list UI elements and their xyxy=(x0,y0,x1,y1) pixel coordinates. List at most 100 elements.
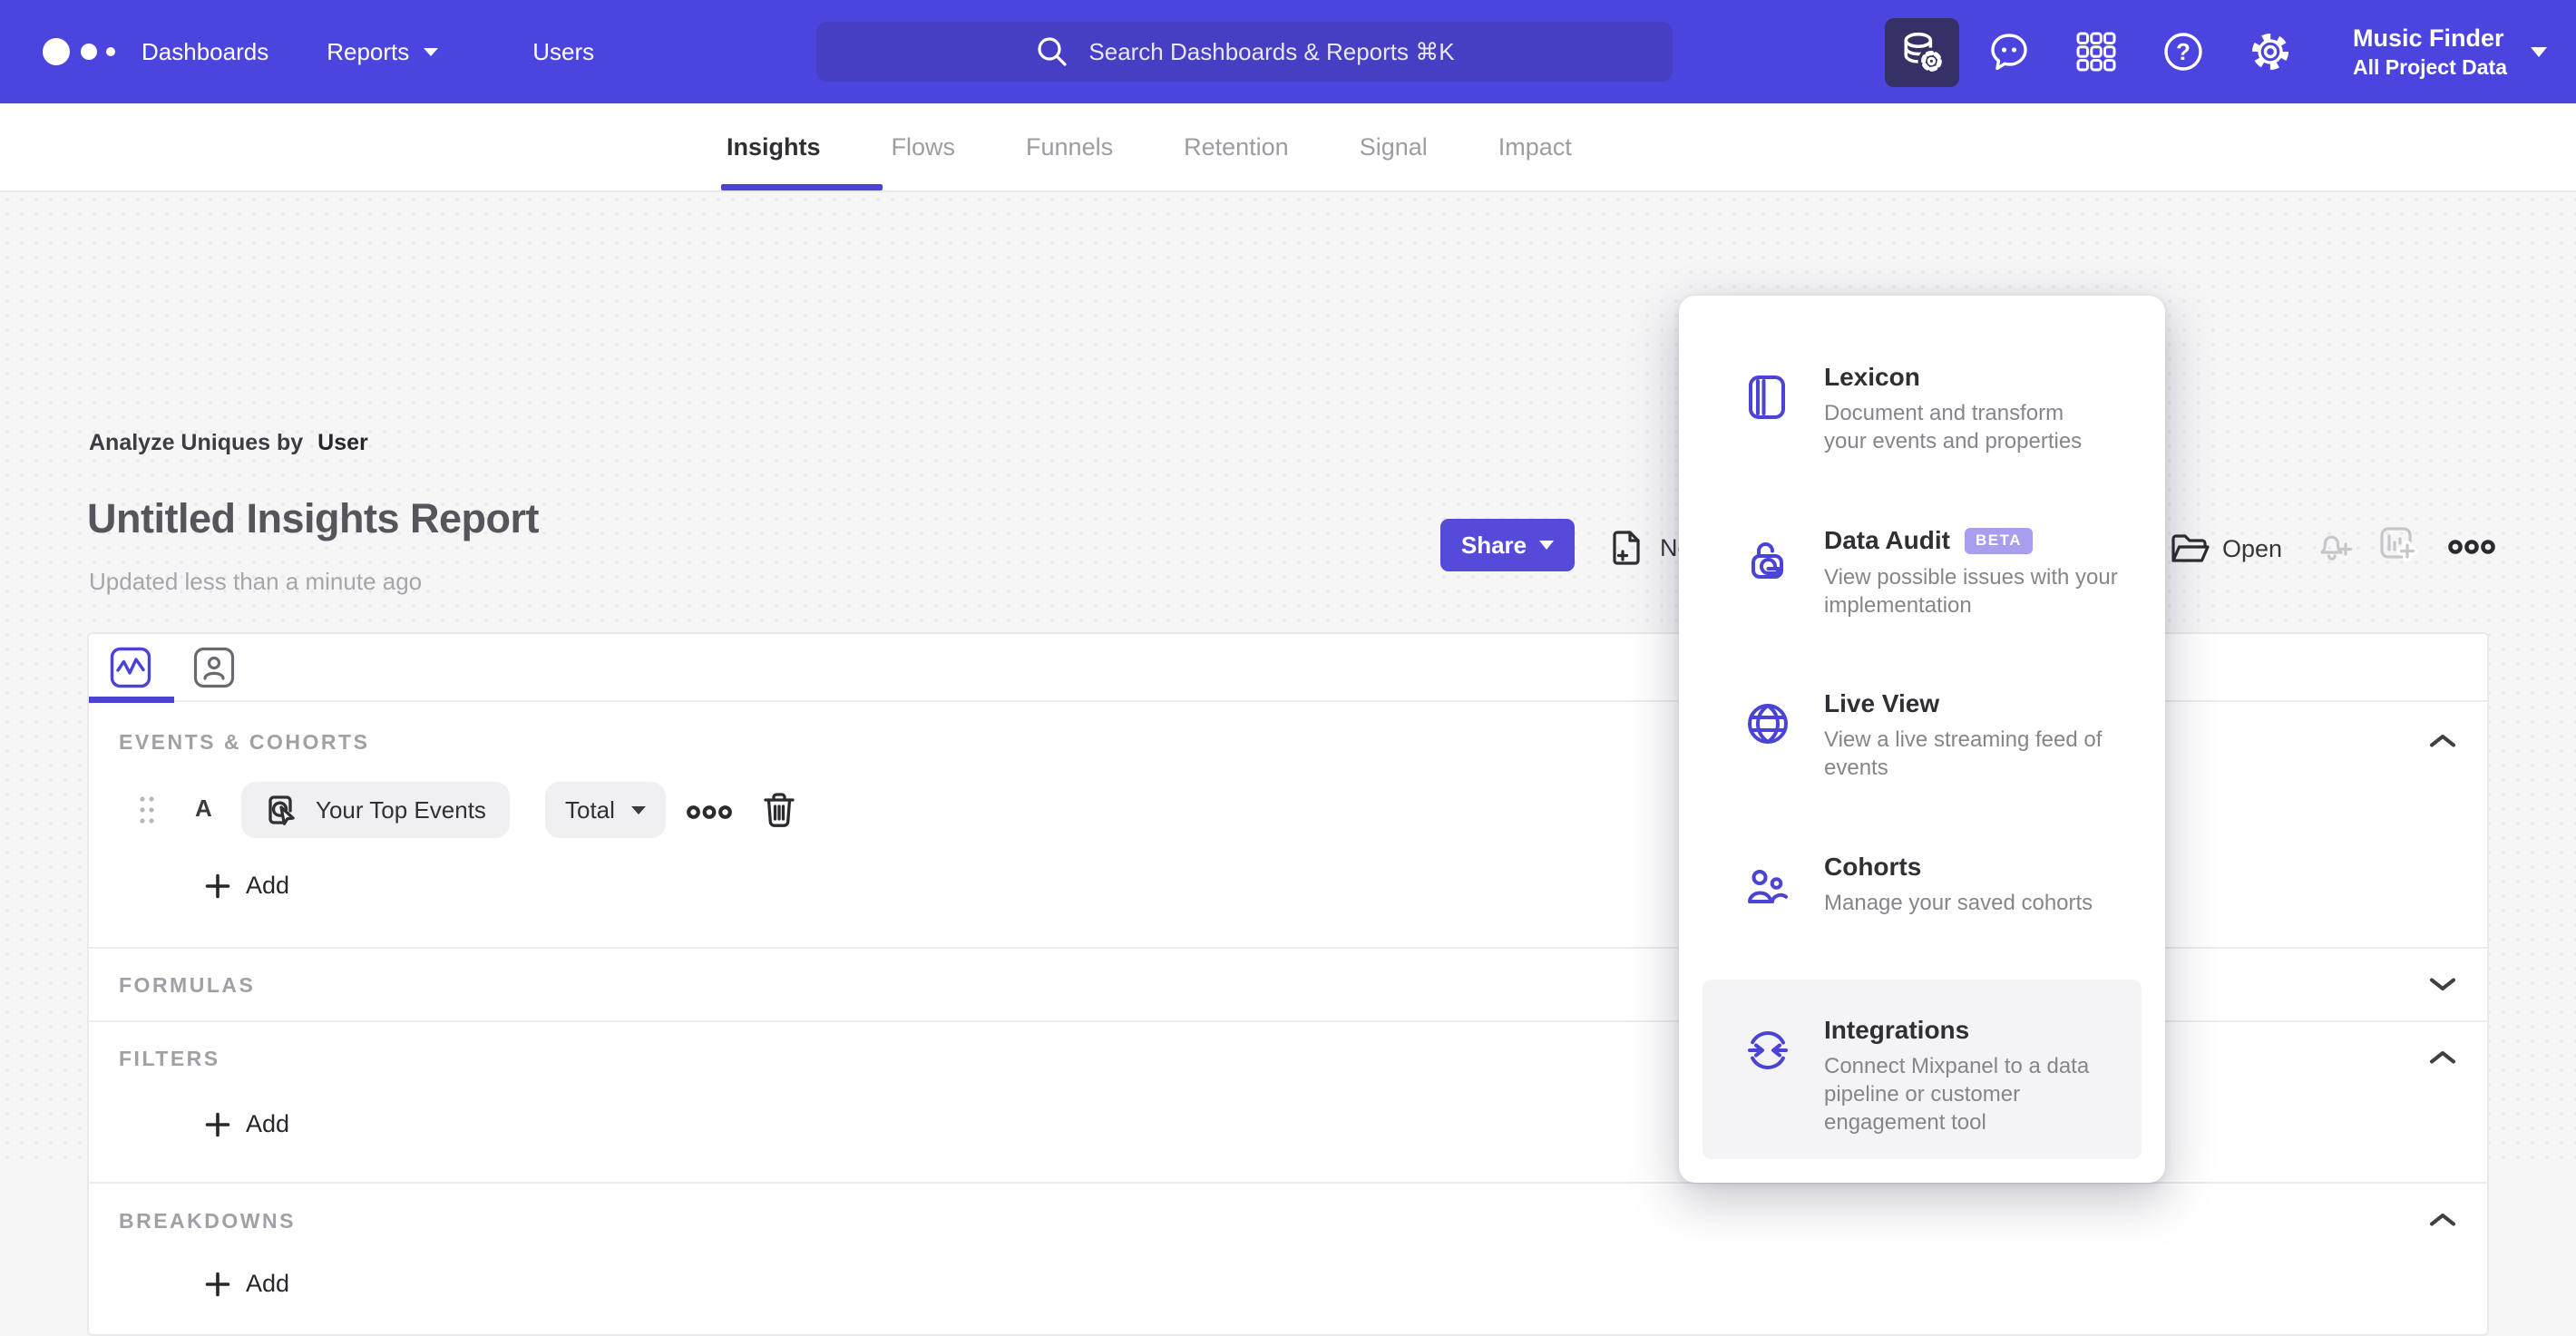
beta-badge: BETA xyxy=(1964,528,2033,554)
menu-item-integrations[interactable]: Integrations Connect Mixpanel to a data … xyxy=(1679,1003,2165,1166)
drag-handle-icon[interactable] xyxy=(138,794,156,826)
tab-funnels[interactable]: Funnels xyxy=(1020,133,1118,161)
nav-dashboards[interactable]: Dashboards xyxy=(141,38,268,66)
active-view-underline xyxy=(89,697,174,703)
page-content: Analyze Uniques by User Untitled Insight… xyxy=(0,192,2576,1336)
data-management-button[interactable] xyxy=(1885,18,1959,87)
live-view-globe-icon xyxy=(1748,704,1788,744)
events-section-label: EVENTS & COHORTS xyxy=(119,730,370,754)
add-breakdown-button[interactable]: Add xyxy=(204,1270,289,1298)
add-to-dashboard-icon[interactable] xyxy=(2376,522,2420,566)
project-switcher[interactable]: Music Finder All Project Data xyxy=(2353,0,2547,103)
menu-item-description: Manage your saved cohorts xyxy=(1824,891,2093,915)
menu-item-title: Live View xyxy=(1824,689,1940,717)
formulas-section-label: FORMULAS xyxy=(119,973,256,997)
tab-insights[interactable]: Insights xyxy=(721,133,826,161)
menu-item-text: Data Audit BETA View possible issues with… xyxy=(1824,524,2169,619)
analyze-prefix: Analyze Uniques by xyxy=(89,430,304,455)
project-name: Music Finder xyxy=(2353,24,2504,52)
delete-row-icon[interactable] xyxy=(760,790,798,830)
breakdowns-section-label: BREAKDOWNS xyxy=(119,1209,296,1233)
tab-flows[interactable]: Flows xyxy=(886,133,961,161)
add-filter-button[interactable]: Add xyxy=(204,1110,289,1138)
plus-icon xyxy=(205,873,230,898)
menu-item-description: Connect Mixpanel to a data pipeline or c… xyxy=(1824,1054,2090,1135)
series-letter: A xyxy=(195,795,212,822)
menu-item-title: Lexicon xyxy=(1824,363,1920,391)
share-button[interactable]: Share xyxy=(1440,519,1575,571)
chat-bubble-icon xyxy=(1991,34,2027,71)
plus-icon xyxy=(205,1272,230,1296)
chevron-down-icon xyxy=(1539,541,1555,550)
menu-item-live-view[interactable]: Live View View a live streaming feed of … xyxy=(1679,677,2165,840)
menu-item-title: Cohorts xyxy=(1824,853,1922,881)
alert-bell-plus-icon[interactable] xyxy=(2315,524,2356,566)
menu-item-text: Cohorts Manage your saved cohorts xyxy=(1824,851,2205,917)
svg-text:?: ? xyxy=(2176,38,2191,65)
add-label: Add xyxy=(246,872,290,899)
tab-signal[interactable]: Signal xyxy=(1354,133,1433,161)
collapse-filters-icon[interactable] xyxy=(2427,1048,2458,1066)
nav-reports[interactable]: Reports xyxy=(327,37,439,66)
project-scope: All Project Data xyxy=(2353,55,2507,79)
primary-nav: Dashboards Reports Users xyxy=(141,0,594,103)
report-title[interactable]: Untitled Insights Report xyxy=(87,495,540,542)
report-tabs: Insights Flows Funnels Retention Signal … xyxy=(721,103,1577,190)
plus-icon xyxy=(205,1112,230,1136)
project-names: Music Finder All Project Data xyxy=(2353,23,2507,81)
app-root: Dashboards Reports Users Search Dashboar… xyxy=(0,0,2576,1336)
help-button[interactable]: ? xyxy=(2140,0,2227,103)
expand-formulas-icon[interactable] xyxy=(2427,976,2458,993)
nav-users[interactable]: Users xyxy=(532,38,594,66)
apps-grid-button[interactable] xyxy=(2053,0,2140,103)
analyze-by-line: Analyze Uniques by User xyxy=(89,430,368,456)
tab-impact[interactable]: Impact xyxy=(1493,133,1577,161)
integrations-sync-icon xyxy=(1748,1031,1788,1069)
menu-item-text: Lexicon Document and transform your even… xyxy=(1824,361,2096,455)
document-plus-icon xyxy=(1613,531,1640,565)
menu-item-description: Document and transform your events and p… xyxy=(1824,401,2083,453)
menu-item-text: Integrations Connect Mixpanel to a data … xyxy=(1824,1014,2123,1136)
grid-apps-icon xyxy=(2076,32,2116,72)
event-selector[interactable]: Your Top Events xyxy=(241,782,510,838)
share-label: Share xyxy=(1460,531,1527,559)
data-audit-lock-icon xyxy=(1751,542,1783,579)
lexicon-book-icon xyxy=(1749,375,1785,419)
event-name: Your Top Events xyxy=(316,795,486,824)
collapse-events-icon[interactable] xyxy=(2427,732,2458,749)
collapse-breakdowns-icon[interactable] xyxy=(2427,1211,2458,1228)
chart-view-tab[interactable] xyxy=(109,646,152,689)
gear-icon xyxy=(2252,34,2288,70)
search-input[interactable]: Search Dashboards & Reports ⌘K xyxy=(816,22,1673,82)
top-navbar: Dashboards Reports Users Search Dashboar… xyxy=(0,0,2576,103)
metric-label: Total xyxy=(565,795,615,824)
nav-reports-label: Reports xyxy=(327,37,410,65)
row-more-button[interactable] xyxy=(686,805,733,820)
mixpanel-logo-icon[interactable] xyxy=(41,36,128,67)
menu-item-description: View a live streaming feed of events xyxy=(1824,727,2103,780)
chevron-down-icon xyxy=(2531,46,2547,57)
metric-selector[interactable]: Total xyxy=(545,782,666,838)
chevron-down-icon xyxy=(630,805,646,814)
menu-item-lexicon[interactable]: Lexicon Document and transform your even… xyxy=(1679,350,2165,513)
menu-item-cohorts[interactable]: Cohorts Manage your saved cohorts xyxy=(1679,840,2165,1003)
folder-open-icon xyxy=(2171,534,2210,562)
open-label: Open xyxy=(2222,534,2283,562)
menu-item-data-audit[interactable]: Data Audit BETA View possible issues with… xyxy=(1679,513,2165,677)
updated-timestamp: Updated less than a minute ago xyxy=(89,568,423,595)
open-report-button[interactable]: Open xyxy=(2168,528,2282,570)
menu-item-description: View possible issues with your implement… xyxy=(1824,565,2118,618)
chevron-down-icon xyxy=(424,47,439,56)
database-gear-icon xyxy=(1904,32,1945,75)
search-placeholder: Search Dashboards & Reports ⌘K xyxy=(1088,37,1455,65)
add-event-button[interactable]: Add xyxy=(204,872,289,900)
users-view-tab[interactable] xyxy=(192,646,236,689)
analyze-entity-selector[interactable]: User xyxy=(317,430,368,456)
report-tabbar: Insights Flows Funnels Retention Signal … xyxy=(0,103,2576,192)
menu-item-title: Data Audit xyxy=(1824,526,1950,554)
active-tab-underline xyxy=(721,184,883,190)
more-actions-button[interactable] xyxy=(2447,539,2496,555)
tab-retention[interactable]: Retention xyxy=(1178,133,1294,161)
settings-button[interactable] xyxy=(2227,0,2314,103)
feedback-button[interactable] xyxy=(1966,0,2053,103)
